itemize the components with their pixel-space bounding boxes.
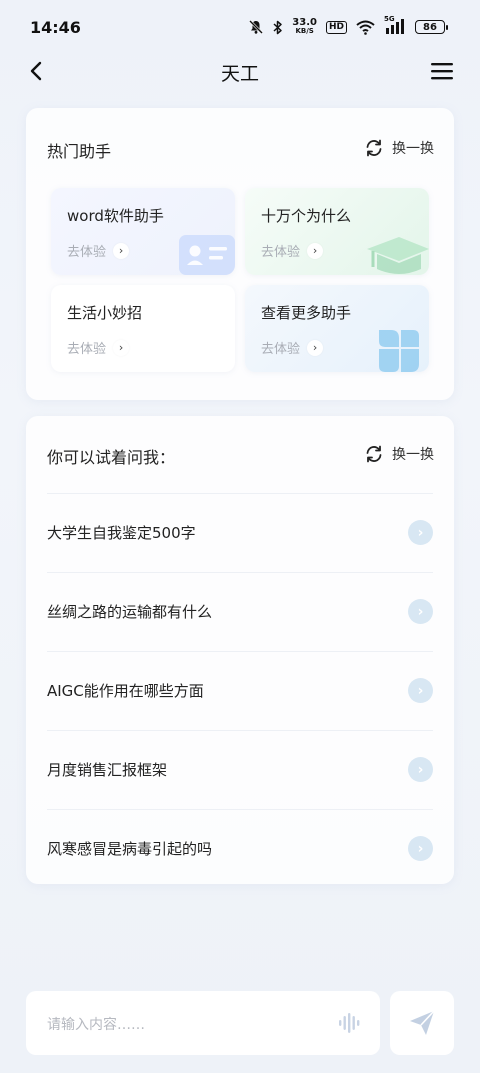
voice-wave-icon[interactable] [338, 1012, 360, 1034]
assistant-cta-label: 去体验 [261, 245, 301, 260]
assistant-title: 查看更多助手 [261, 304, 352, 322]
assistant-cta[interactable]: 去体验 › [67, 338, 130, 357]
wifi-icon [356, 20, 375, 35]
assistant-title: word软件助手 [67, 207, 164, 225]
chevron-right-icon: › [408, 599, 433, 624]
question-text: AIGC能作用在哪些方面 [47, 682, 204, 700]
assistant-cta[interactable]: 去体验 › [261, 241, 324, 260]
refresh-icon [366, 445, 382, 463]
assistant-tile-more[interactable]: 查看更多助手 去体验 › [245, 285, 429, 372]
cell-signal: 5G [384, 15, 406, 35]
net-speed: 33.0 KB/S [292, 18, 317, 36]
four-petal-grid-icon [379, 330, 419, 372]
assistants-refresh-label: 换一换 [392, 141, 434, 157]
battery-indicator: 86 [415, 20, 448, 34]
hamburger-menu-icon [431, 63, 453, 80]
menu-button[interactable] [430, 60, 454, 82]
chevron-right-icon: › [408, 678, 433, 703]
chevron-right-icon: › [408, 520, 433, 545]
chevron-right-icon: › [307, 339, 324, 356]
chevron-right-icon: › [408, 836, 433, 861]
question-item[interactable]: 风寒感冒是病毒引起的吗 › [47, 809, 433, 888]
assistants-header: 热门助手 换一换 [47, 138, 434, 161]
assistant-cta[interactable]: 去体验 › [261, 338, 324, 357]
bluetooth-icon [273, 20, 283, 34]
assistant-title: 十万个为什么 [261, 207, 352, 225]
question-item[interactable]: 丝绸之路的运输都有什么 › [47, 572, 433, 651]
question-item[interactable]: 大学生自我鉴定500字 › [47, 493, 433, 572]
chevron-right-icon: › [113, 339, 130, 356]
id-card-icon [179, 235, 235, 275]
graduation-cap-icon [367, 237, 429, 274]
signal-bars-icon [386, 19, 404, 34]
assistants-refresh-button[interactable]: 换一换 [364, 138, 434, 158]
battery-tip [446, 24, 448, 30]
chevron-right-icon: › [408, 757, 433, 782]
nav-bar: 天工 [0, 50, 480, 94]
assistant-tile-why[interactable]: 十万个为什么 去体验 › [245, 188, 429, 275]
chevron-right-icon: › [307, 242, 324, 259]
chevron-right-icon: › [113, 242, 130, 259]
assistant-tile-word[interactable]: word软件助手 去体验 › [51, 188, 235, 275]
refresh-icon [366, 139, 382, 157]
suggested-questions-card: 你可以试着问我： 换一换 大学生自我鉴定500字 › 丝绸之路的运输都有什么 ›… [26, 416, 454, 884]
question-text: 风寒感冒是病毒引起的吗 [47, 840, 213, 858]
battery-level: 86 [415, 20, 445, 34]
questions-refresh-label: 换一换 [392, 447, 434, 463]
assistant-cta-label: 去体验 [67, 245, 107, 260]
status-time: 14:46 [30, 18, 81, 37]
question-text: 丝绸之路的运输都有什么 [47, 603, 213, 621]
assistant-title: 生活小妙招 [67, 304, 143, 322]
mute-bell-icon [249, 20, 264, 34]
question-list: 大学生自我鉴定500字 › 丝绸之路的运输都有什么 › AIGC能作用在哪些方面… [47, 493, 433, 888]
assistants-title: 热门助手 [47, 142, 112, 161]
assistant-tile-life-tips[interactable]: 生活小妙招 去体验 › [51, 285, 235, 372]
popular-assistants-card: 热门助手 换一换 word软件助手 去体验 › 十万个为什么 去体验 › 生活小… [26, 108, 454, 400]
questions-title: 你可以试着问我： [47, 448, 176, 467]
send-button[interactable] [390, 991, 454, 1055]
page-title: 天工 [220, 63, 259, 85]
hd-badge: HD [325, 20, 347, 34]
net-speed-value: 33.0 [292, 17, 317, 28]
input-placeholder: 请输入内容…… [47, 1017, 145, 1033]
net-speed-unit: KB/S [295, 27, 314, 35]
questions-refresh-button[interactable]: 换一换 [364, 444, 434, 464]
assistant-cta[interactable]: 去体验 › [67, 241, 130, 260]
question-item[interactable]: AIGC能作用在哪些方面 › [47, 651, 433, 730]
assistant-cta-label: 去体验 [67, 342, 107, 357]
question-text: 月度销售汇报框架 [47, 761, 168, 779]
questions-header: 你可以试着问我： 换一换 [47, 444, 434, 467]
status-bar: 14:46 33.0 KB/S HD 5G 86 [0, 0, 480, 56]
message-input[interactable]: 请输入内容…… [26, 991, 380, 1055]
paper-plane-icon [410, 1010, 435, 1035]
question-text: 大学生自我鉴定500字 [47, 524, 196, 542]
assistant-cta-label: 去体验 [261, 342, 301, 357]
question-item[interactable]: 月度销售汇报框架 › [47, 730, 433, 809]
status-icons: 33.0 KB/S HD 5G 86 [248, 15, 448, 36]
